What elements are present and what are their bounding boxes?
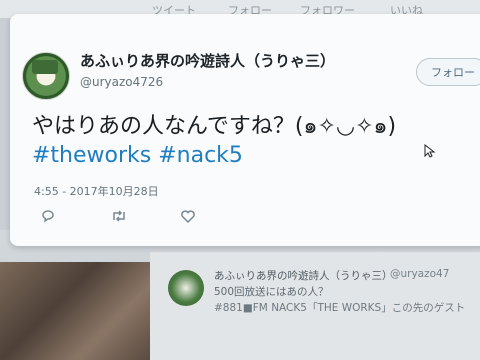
- background-tweet-text: 500回放送にはあの人？: [214, 286, 329, 298]
- like-icon-svg: [181, 210, 195, 224]
- like-icon[interactable]: [180, 208, 196, 224]
- mouse-pointer-icon: [424, 144, 436, 158]
- media-thumbnail[interactable]: [0, 262, 150, 360]
- user-handle[interactable]: @uryazo4726: [80, 75, 163, 89]
- reply-icon-svg: [42, 210, 54, 223]
- background-avatar[interactable]: [168, 270, 204, 306]
- retweet-icon[interactable]: [110, 208, 126, 224]
- reply-icon[interactable]: [40, 208, 56, 224]
- background-tweet-handle: @uryazo47: [390, 268, 450, 280]
- background-tweet-text-2: #881■FM NACK5「THE WORKS」この先のゲスト: [214, 302, 466, 314]
- avatar-logo: [32, 60, 58, 74]
- tweet-timestamp[interactable]: 4:55 - 2017年10月28日: [34, 183, 159, 199]
- display-name[interactable]: あふぃりあ界の吟遊詩人（うりゃ三）: [80, 50, 335, 71]
- tweet-text: やはりあの人なんですね？(๑✧◡✧๑): [32, 114, 397, 139]
- follow-button[interactable]: フォロー: [416, 58, 480, 86]
- tweet-hashtags[interactable]: #theworks #nack5: [32, 143, 243, 168]
- retweet-icon-svg: [113, 210, 125, 222]
- background-tweet-name[interactable]: あふぃりあ界の吟遊詩人（うりゃ三）: [214, 268, 393, 283]
